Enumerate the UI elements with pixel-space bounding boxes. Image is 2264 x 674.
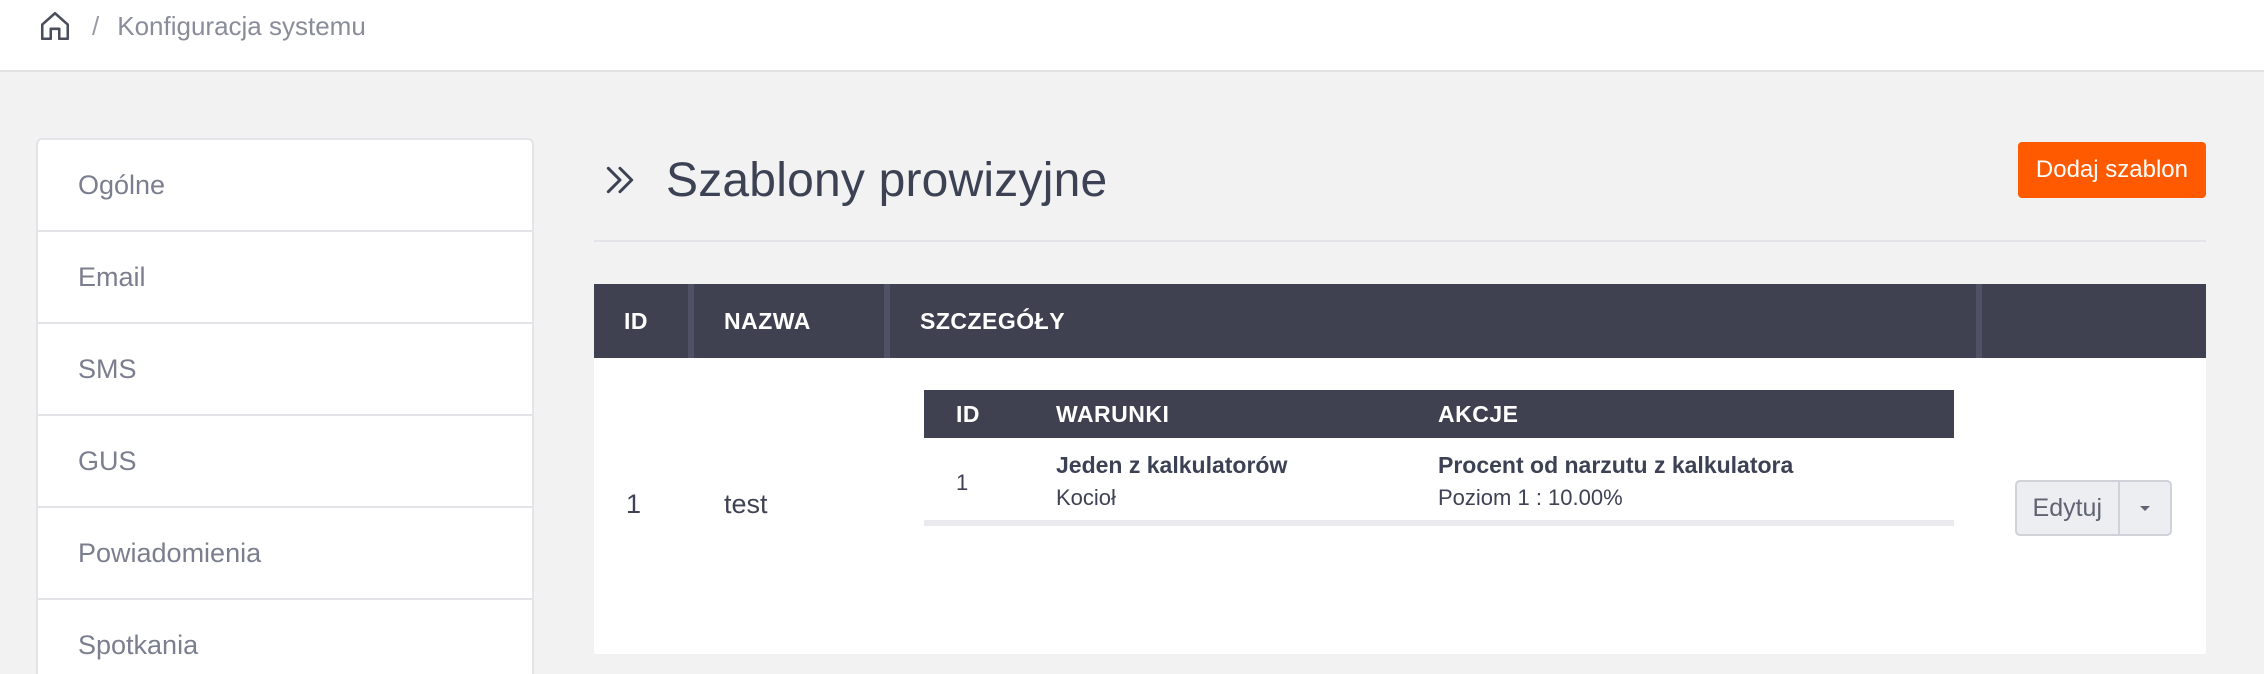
sidebar-item-label: Powiadomienia xyxy=(78,537,262,568)
templates-table: ID NAZWA SZCZEGÓŁY 1 test ID WARUNKI AKC… xyxy=(594,284,2206,654)
sidebar-item-ogolne[interactable]: Ogólne xyxy=(38,140,532,232)
sidebar-item-spotkania[interactable]: Spotkania xyxy=(38,600,532,674)
details-action: Procent od narzutu z kalkulatora Poziom … xyxy=(1438,438,1954,520)
sidebar-item-label: SMS xyxy=(78,353,137,384)
chevrons-right-icon xyxy=(600,160,640,200)
sidebar-item-powiadomienia[interactable]: Powiadomienia xyxy=(38,508,532,600)
settings-sidebar: Ogólne Email SMS GUS Powiadomienia Spotk… xyxy=(36,138,534,674)
caret-down-icon xyxy=(2138,501,2152,516)
condition-title: Jeden z kalkulatorów xyxy=(1056,452,1288,478)
details-column-id: ID xyxy=(956,400,980,427)
row-name: test xyxy=(724,489,768,519)
sidebar-item-label: Spotkania xyxy=(78,629,199,660)
actions-dropdown-toggle[interactable] xyxy=(2120,482,2170,534)
sidebar-item-email[interactable]: Email xyxy=(38,232,532,324)
details-condition: Jeden z kalkulatorów Kocioł xyxy=(1056,438,1438,520)
breadcrumb: / Konfiguracja systemu xyxy=(0,0,366,52)
action-value: Poziom 1 : 10.00% xyxy=(1438,485,1623,510)
column-header-name: NAZWA xyxy=(694,284,890,358)
page-header: Szablony prowizyjne Dodaj szablon xyxy=(594,138,2206,242)
details-table: ID WARUNKI AKCJE 1 Jeden z kalkulatorów … xyxy=(924,390,1954,526)
table-row: 1 test ID WARUNKI AKCJE 1 Jeden z kalkul… xyxy=(594,358,2206,654)
sidebar-item-label: Email xyxy=(78,261,146,292)
add-template-button[interactable]: Dodaj szablon xyxy=(2017,142,2206,198)
sidebar-item-label: GUS xyxy=(78,445,137,476)
details-row-id: 1 xyxy=(956,470,969,495)
page-title: Szablony prowizyjne xyxy=(666,153,1108,207)
details-table-header: ID WARUNKI AKCJE xyxy=(924,390,1954,438)
action-title: Procent od narzutu z kalkulatora xyxy=(1438,452,1794,478)
column-header-details: SZCZEGÓŁY xyxy=(890,284,1982,358)
table-header: ID NAZWA SZCZEGÓŁY xyxy=(594,284,2206,358)
breadcrumb-separator: / xyxy=(92,10,100,41)
details-column-actions: AKCJE xyxy=(1438,400,1519,427)
row-id: 1 xyxy=(626,489,642,519)
row-actions: Edytuj xyxy=(2014,480,2172,536)
breadcrumb-current: Konfiguracja systemu xyxy=(117,10,366,41)
sidebar-item-gus[interactable]: GUS xyxy=(38,416,532,508)
edit-button[interactable]: Edytuj xyxy=(2017,482,2120,534)
sidebar-item-sms[interactable]: SMS xyxy=(38,324,532,416)
condition-value: Kocioł xyxy=(1056,485,1116,510)
details-row: 1 Jeden z kalkulatorów Kocioł Procent od… xyxy=(924,438,1954,520)
main-content: Szablony prowizyjne Dodaj szablon ID NAZ… xyxy=(594,138,2206,654)
sidebar-item-label: Ogólne xyxy=(78,169,166,200)
home-icon[interactable] xyxy=(38,9,72,43)
column-header-actions xyxy=(1982,284,2206,358)
top-bar: / Konfiguracja systemu xyxy=(0,0,2264,72)
details-column-conditions: WARUNKI xyxy=(1056,400,1170,427)
column-header-id: ID xyxy=(594,284,694,358)
